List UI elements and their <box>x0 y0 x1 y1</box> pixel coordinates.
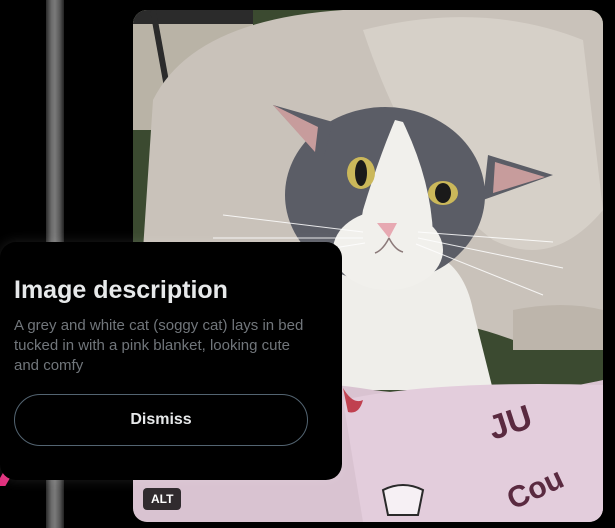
alt-badge[interactable]: ALT <box>143 488 182 510</box>
popover-title: Image description <box>14 276 228 304</box>
dismiss-button[interactable]: Dismiss <box>14 394 308 446</box>
popover-description: A grey and white cat (soggy cat) lays in… <box>14 317 304 374</box>
